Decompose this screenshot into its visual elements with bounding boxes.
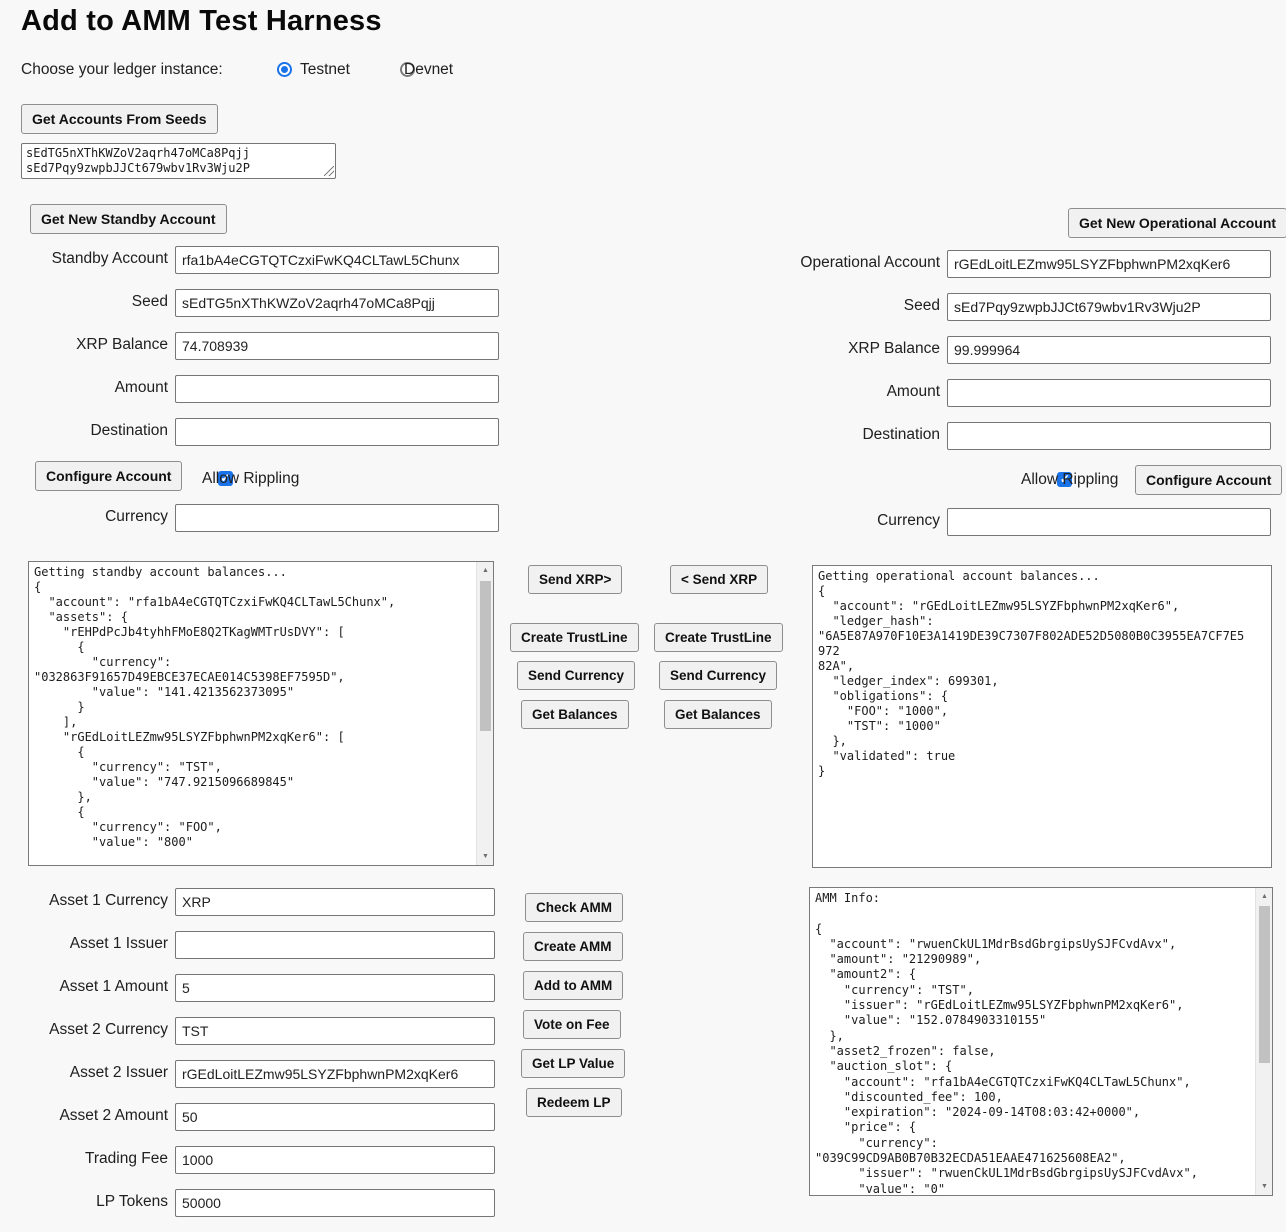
operational-xrp-balance-input[interactable]: [947, 336, 1271, 364]
testnet-radio[interactable]: [277, 62, 292, 77]
operational-currency-input[interactable]: [947, 508, 1271, 536]
standby-seed-input[interactable]: [175, 289, 499, 317]
standby-amount-input[interactable]: [175, 375, 499, 403]
get-lp-value-button[interactable]: Get LP Value: [521, 1049, 625, 1078]
standby-get-balances-button[interactable]: Get Balances: [521, 700, 629, 729]
get-accounts-from-seeds-button[interactable]: Get Accounts From Seeds: [21, 104, 218, 134]
asset1-issuer-input[interactable]: [175, 931, 495, 959]
asset2-currency-input[interactable]: [175, 1017, 495, 1045]
testnet-radio-label[interactable]: Testnet: [300, 61, 350, 79]
standby-results-scrollbar[interactable]: ▲ ▼: [476, 562, 493, 865]
asset1-currency-input[interactable]: [175, 888, 495, 916]
operational-amount-label: Amount: [700, 383, 940, 401]
standby-amount-label: Amount: [0, 379, 168, 397]
get-new-operational-account-button[interactable]: Get New Operational Account: [1068, 208, 1286, 238]
devnet-radio-label[interactable]: Devnet: [404, 61, 453, 79]
add-to-amm-button[interactable]: Add to AMM: [523, 971, 623, 1000]
standby-destination-label: Destination: [0, 422, 168, 440]
standby-scrollbar-thumb[interactable]: [480, 581, 491, 731]
operational-account-label: Operational Account: [700, 254, 940, 272]
asset2-amount-input[interactable]: [175, 1103, 495, 1131]
send-xrp-to-operational-button[interactable]: Send XRP>: [528, 565, 622, 594]
standby-send-currency-button[interactable]: Send Currency: [517, 661, 635, 690]
standby-xrp-balance-label: XRP Balance: [0, 336, 168, 354]
vote-on-fee-button[interactable]: Vote on Fee: [523, 1010, 621, 1039]
asset2-issuer-label: Asset 2 Issuer: [0, 1064, 168, 1082]
asset1-issuer-label: Asset 1 Issuer: [0, 935, 168, 953]
standby-currency-input[interactable]: [175, 504, 499, 532]
operational-destination-label: Destination: [700, 426, 940, 444]
operational-configure-account-button[interactable]: Configure Account: [1135, 465, 1282, 495]
standby-configure-account-button[interactable]: Configure Account: [35, 461, 182, 491]
scroll-down-icon[interactable]: ▼: [477, 848, 494, 865]
operational-get-balances-button[interactable]: Get Balances: [664, 700, 772, 729]
check-amm-button[interactable]: Check AMM: [525, 893, 623, 922]
get-new-standby-account-button[interactable]: Get New Standby Account: [30, 204, 227, 234]
operational-seed-label: Seed: [700, 297, 940, 315]
send-xrp-to-standby-button[interactable]: < Send XRP: [670, 565, 768, 594]
standby-seed-label: Seed: [0, 293, 168, 311]
lp-tokens-input[interactable]: [175, 1189, 495, 1217]
standby-results-box[interactable]: Getting standby account balances... { "a…: [28, 561, 494, 866]
amm-info-scrollbar[interactable]: ▲ ▼: [1255, 888, 1272, 1195]
seeds-textarea[interactable]: sEdTG5nXThKWZoV2aqrh47oMCa8Pqjj sEd7Pqy9…: [21, 143, 336, 179]
operational-account-input[interactable]: [947, 250, 1271, 278]
scroll-up-icon[interactable]: ▲: [477, 562, 494, 579]
standby-destination-input[interactable]: [175, 418, 499, 446]
create-amm-button[interactable]: Create AMM: [523, 932, 623, 961]
operational-destination-input[interactable]: [947, 422, 1271, 450]
scroll-up-icon[interactable]: ▲: [1256, 888, 1273, 905]
asset2-issuer-input[interactable]: [175, 1060, 495, 1088]
asset2-currency-label: Asset 2 Currency: [0, 1021, 168, 1039]
asset2-amount-label: Asset 2 Amount: [0, 1107, 168, 1125]
amm-info-box[interactable]: AMM Info: { "account": "rwuenCkUL1MdrBsd…: [809, 887, 1273, 1196]
standby-account-label: Standby Account: [0, 250, 168, 268]
standby-create-trustline-button[interactable]: Create TrustLine: [510, 623, 639, 652]
operational-amount-input[interactable]: [947, 379, 1271, 407]
ledger-instance-row: Choose your ledger instance:: [21, 61, 223, 79]
asset1-currency-label: Asset 1 Currency: [0, 892, 168, 910]
standby-xrp-balance-input[interactable]: [175, 332, 499, 360]
operational-allow-rippling-label[interactable]: Allow Rippling: [1021, 471, 1118, 489]
asset1-amount-input[interactable]: [175, 974, 495, 1002]
operational-results-box[interactable]: Getting operational account balances... …: [812, 565, 1272, 868]
operational-xrp-balance-label: XRP Balance: [700, 340, 940, 358]
operational-seed-input[interactable]: [947, 293, 1271, 321]
amm-info-text: AMM Info: { "account": "rwuenCkUL1MdrBsd…: [810, 888, 1272, 1195]
operational-send-currency-button[interactable]: Send Currency: [659, 661, 777, 690]
standby-account-input[interactable]: [175, 246, 499, 274]
amm-info-scrollbar-thumb[interactable]: [1259, 906, 1270, 1063]
lp-tokens-label: LP Tokens: [0, 1193, 168, 1211]
trading-fee-label: Trading Fee: [0, 1150, 168, 1168]
page-title: Add to AMM Test Harness: [21, 5, 382, 38]
scroll-down-icon[interactable]: ▼: [1256, 1178, 1273, 1195]
standby-currency-label: Currency: [0, 508, 168, 526]
ledger-instance-prompt: Choose your ledger instance:: [21, 61, 223, 78]
operational-results-text: Getting operational account balances... …: [813, 566, 1271, 867]
resize-grip-icon[interactable]: [324, 166, 334, 176]
standby-allow-rippling-label[interactable]: Allow Rippling: [202, 470, 299, 488]
operational-create-trustline-button[interactable]: Create TrustLine: [654, 623, 783, 652]
asset1-amount-label: Asset 1 Amount: [0, 978, 168, 996]
operational-currency-label: Currency: [700, 512, 940, 530]
trading-fee-input[interactable]: [175, 1146, 495, 1174]
redeem-lp-button[interactable]: Redeem LP: [526, 1088, 622, 1117]
standby-results-text: Getting standby account balances... { "a…: [29, 562, 493, 865]
